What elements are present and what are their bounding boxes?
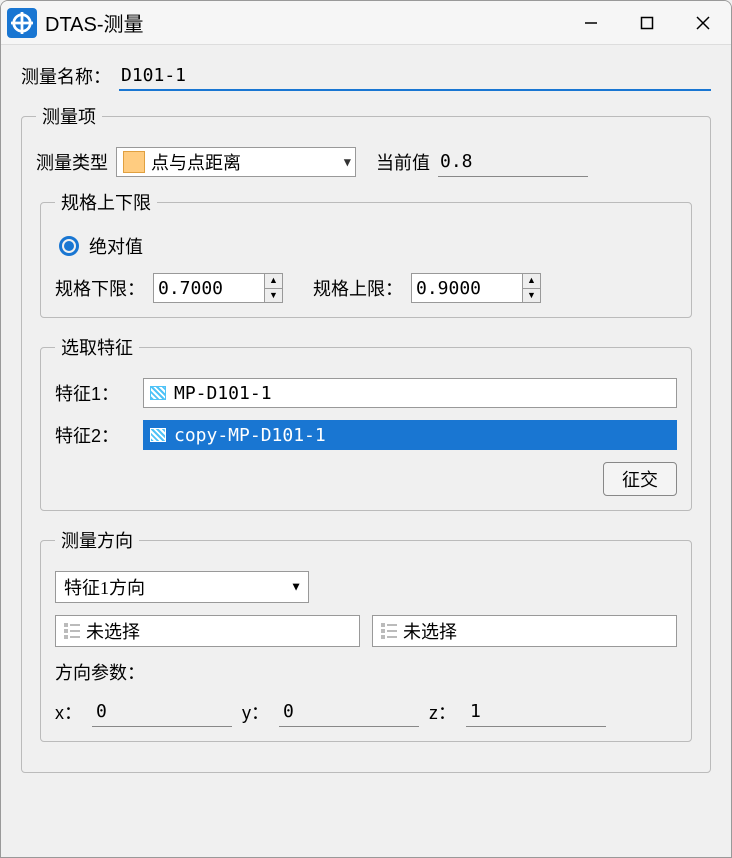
spec-inputs-row: 规格下限： ▲ ▼ 规格上限： ▲ ▼ (55, 273, 677, 303)
minimize-button[interactable] (563, 1, 619, 44)
y-input[interactable] (279, 697, 419, 727)
lower-spin-up[interactable]: ▲ (265, 274, 282, 289)
direction-combo[interactable]: 特征1方向 ▼ (55, 571, 309, 603)
maximize-button[interactable] (619, 1, 675, 44)
close-icon (696, 16, 710, 30)
direction-param-label: 方向参数： (55, 659, 145, 685)
radio-checked-icon (59, 236, 79, 256)
upper-spin[interactable]: ▲ ▼ (411, 273, 541, 303)
submit-row: 征交 (55, 462, 677, 496)
y-label: y： (242, 699, 269, 725)
z-label: z： (429, 699, 456, 725)
direction-select-2-value: 未选择 (403, 618, 457, 644)
app-window: DTAS-测量 测量名称： 测量项 测量类型 (0, 0, 732, 858)
upper-spin-up[interactable]: ▲ (523, 274, 540, 289)
lower-spin-down[interactable]: ▼ (265, 289, 282, 303)
upper-spin-input[interactable] (412, 274, 522, 302)
feature-icon (150, 428, 166, 442)
feature2-label: 特征2： (55, 422, 135, 448)
direction-combo-row: 特征1方向 ▼ (55, 571, 677, 603)
lower-spin[interactable]: ▲ ▼ (153, 273, 283, 303)
type-row: 测量类型 点与点距离 ▼ 当前值 (36, 147, 696, 177)
feature1-field[interactable]: MP-D101-1 (143, 378, 677, 408)
measurement-group: 测量项 测量类型 点与点距离 ▼ 当前值 规格上下限 绝对值 (21, 103, 711, 773)
current-label: 当前值 (376, 149, 430, 175)
submit-button[interactable]: 征交 (603, 462, 677, 496)
feature-group: 选取特征 特征1： MP-D101-1 特征2： copy-MP-D101-1 (40, 334, 692, 511)
x-label: x： (55, 699, 82, 725)
upper-spin-arrows: ▲ ▼ (522, 274, 540, 302)
measurement-group-legend: 测量项 (36, 103, 102, 129)
current-value-input[interactable] (438, 147, 588, 177)
feature1-row: 特征1： MP-D101-1 (55, 378, 677, 408)
lower-label: 规格下限： (55, 275, 145, 301)
maximize-icon (640, 16, 654, 30)
feature-group-legend: 选取特征 (55, 334, 139, 360)
type-label: 测量类型 (36, 149, 108, 175)
abs-radio-row[interactable]: 绝对值 (55, 233, 677, 259)
distance-icon (123, 151, 145, 173)
chevron-down-icon: ▼ (290, 580, 302, 595)
feature2-value: copy-MP-D101-1 (174, 425, 326, 446)
feature-icon (150, 386, 166, 400)
window-buttons (563, 1, 731, 44)
z-input[interactable] (466, 697, 606, 727)
titlebar: DTAS-测量 (1, 1, 731, 45)
minimize-icon (584, 16, 598, 30)
direction-group: 测量方向 特征1方向 ▼ 未选择 未选择 (40, 527, 692, 742)
upper-label: 规格上限： (313, 275, 403, 301)
feature2-row: 特征2： copy-MP-D101-1 (55, 420, 677, 450)
type-combo[interactable]: 点与点距离 ▼ (116, 147, 356, 177)
name-row: 测量名称： (21, 61, 711, 91)
direction-combo-value: 特征1方向 (64, 574, 145, 600)
name-input[interactable] (119, 61, 711, 91)
tree-icon (64, 623, 80, 639)
x-input[interactable] (92, 697, 232, 727)
direction-select-1-value: 未选择 (86, 618, 140, 644)
close-button[interactable] (675, 1, 731, 44)
feature1-value: MP-D101-1 (174, 383, 272, 404)
tree-icon (381, 623, 397, 639)
window-title: DTAS-测量 (45, 8, 563, 37)
spec-group: 规格上下限 绝对值 规格下限： ▲ ▼ 规格上限： (40, 189, 692, 318)
lower-spin-input[interactable] (154, 274, 264, 302)
content-area: 测量名称： 测量项 测量类型 点与点距离 ▼ 当前值 规格上下限 (1, 45, 731, 805)
type-combo-value: 点与点距离 (151, 149, 241, 175)
lower-spin-arrows: ▲ ▼ (264, 274, 282, 302)
direction-select-1[interactable]: 未选择 (55, 615, 360, 647)
abs-label: 绝对值 (89, 233, 143, 259)
app-icon (7, 8, 37, 38)
upper-spin-down[interactable]: ▼ (523, 289, 540, 303)
xyz-row: x： y： z： (55, 697, 677, 727)
spec-group-legend: 规格上下限 (55, 189, 157, 215)
feature1-label: 特征1： (55, 380, 135, 406)
direction-select-2[interactable]: 未选择 (372, 615, 677, 647)
direction-group-legend: 测量方向 (55, 527, 139, 553)
direction-param-label-row: 方向参数： (55, 659, 677, 685)
name-label: 测量名称： (21, 63, 111, 89)
chevron-down-icon: ▼ (344, 155, 351, 169)
direction-selects-row: 未选择 未选择 (55, 615, 677, 647)
feature2-field[interactable]: copy-MP-D101-1 (143, 420, 677, 450)
